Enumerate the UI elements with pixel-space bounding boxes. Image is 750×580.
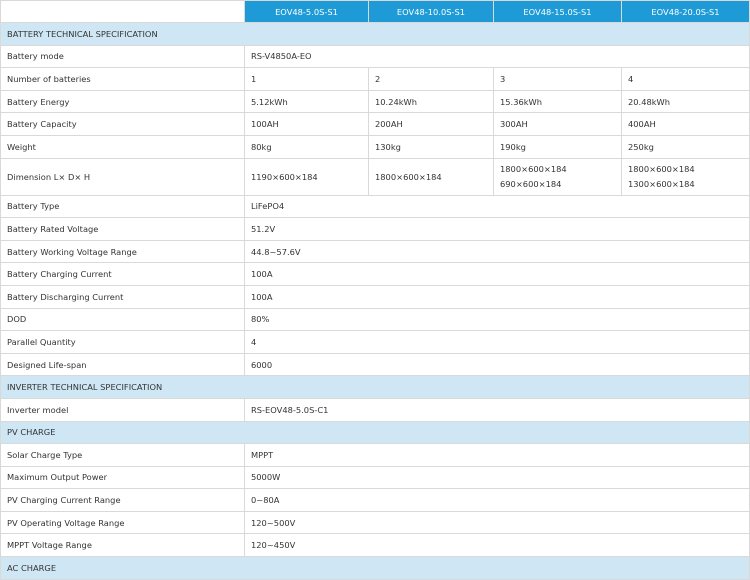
row-label: Solar Charge Type (0, 443, 245, 467)
dimension-line: 1800×600×184 (628, 163, 695, 174)
cell-value: 1800×600×184 1300×600×184 (621, 157, 750, 196)
column-header-model-3: EOV48-15.0S-S1 (493, 0, 622, 23)
row-value: 80% (244, 307, 750, 332)
table-row: Battery Type LiFePO4 (0, 194, 750, 219)
table-row: MPPT Voltage Range 120~450V (0, 533, 750, 558)
table-row: Battery Energy 5.12kWh 10.24kWh 15.36kWh… (0, 89, 750, 114)
cell-value: 5.12kWh (244, 89, 369, 114)
row-value: 100A (244, 262, 750, 286)
table-row: Solar Charge Type MPPT (0, 443, 750, 467)
section-battery: BATTERY TECHNICAL SPECIFICATION (0, 22, 750, 46)
row-label: PV Charging Current Range (0, 488, 245, 512)
table-row: Parallel Quantity 4 (0, 330, 750, 354)
table-row: Battery mode RS-V4850A-EO (0, 44, 750, 69)
section-title: PV CHARGE (0, 420, 750, 445)
section-title: INVERTER TECHNICAL SPECIFICATION (0, 375, 750, 399)
row-label: Dimension L× D× H (0, 157, 245, 196)
cell-value: 20.48kWh (621, 89, 750, 114)
table-row: Dimension L× D× H 1190×600×184 1800×600×… (0, 157, 750, 196)
section-title: AC CHARGE (0, 556, 750, 580)
cell-value: 15.36kWh (493, 89, 622, 114)
spec-table: EOV48-5.0S-S1 EOV48-10.0S-S1 EOV48-15.0S… (0, 0, 750, 580)
row-label: PV Operating Voltage Range (0, 510, 245, 535)
row-value: RS-EOV48-5.0S-C1 (244, 397, 750, 422)
table-row: Number of batteries 1 2 3 4 (0, 67, 750, 91)
row-value: RS-V4850A-EO (244, 44, 750, 69)
table-row: PV Operating Voltage Range 120~500V (0, 510, 750, 535)
cell-value: 300AH (493, 112, 622, 136)
row-label: Battery Charging Current (0, 262, 245, 286)
cell-value: 80kg (244, 134, 369, 159)
row-label: Battery Type (0, 194, 245, 219)
table-row: Inverter model RS-EOV48-5.0S-C1 (0, 397, 750, 422)
cell-value: 1190×600×184 (244, 157, 369, 196)
cell-value: 400AH (621, 112, 750, 136)
row-value: 6000 (244, 352, 750, 377)
cell-value: 1 (244, 67, 369, 91)
table-row: Battery Rated Voltage 51.2V (0, 217, 750, 241)
table-row: Battery Charging Current 100A (0, 262, 750, 286)
table-row: Battery Working Voltage Range 44.8~57.6V (0, 239, 750, 264)
row-value: 0~80A (244, 488, 750, 512)
row-label: Designed Life-span (0, 352, 245, 377)
header-row: EOV48-5.0S-S1 EOV48-10.0S-S1 EOV48-15.0S… (0, 0, 750, 23)
row-value: 5000W (244, 465, 750, 490)
table-row: Battery Discharging Current 100A (0, 284, 750, 309)
cell-value: 4 (621, 67, 750, 91)
header-corner (0, 0, 245, 23)
cell-value: 10.24kWh (368, 89, 494, 114)
row-label: Parallel Quantity (0, 330, 245, 354)
row-value: 120~450V (244, 533, 750, 558)
row-value: 51.2V (244, 217, 750, 241)
row-label: Battery Capacity (0, 112, 245, 136)
cell-value: 250kg (621, 134, 750, 159)
cell-value: 190kg (493, 134, 622, 159)
column-header-model-1: EOV48-5.0S-S1 (244, 0, 369, 23)
row-value: MPPT (244, 443, 750, 467)
row-label: Battery Working Voltage Range (0, 239, 245, 264)
row-label: Battery Discharging Current (0, 284, 245, 309)
cell-value: 100AH (244, 112, 369, 136)
row-value: 4 (244, 330, 750, 354)
section-title: BATTERY TECHNICAL SPECIFICATION (0, 22, 750, 46)
row-label: DOD (0, 307, 245, 332)
cell-value: 3 (493, 67, 622, 91)
cell-value: 200AH (368, 112, 494, 136)
section-inverter: INVERTER TECHNICAL SPECIFICATION (0, 375, 750, 399)
table-row: DOD 80% (0, 307, 750, 332)
cell-value: 1800×600×184 (368, 157, 494, 196)
section-pv-charge: PV CHARGE (0, 420, 750, 445)
dimension-line: 1800×600×184 (500, 163, 567, 174)
row-label: Maximum Output Power (0, 465, 245, 490)
row-label: Weight (0, 134, 245, 159)
row-value: 120~500V (244, 510, 750, 535)
row-label: Battery Rated Voltage (0, 217, 245, 241)
table-row: PV Charging Current Range 0~80A (0, 488, 750, 512)
column-header-model-4: EOV48-20.0S-S1 (621, 0, 750, 23)
row-value: 44.8~57.6V (244, 239, 750, 264)
cell-value: 1800×600×184 690×600×184 (493, 157, 622, 196)
table-row: Maximum Output Power 5000W (0, 465, 750, 490)
row-label: MPPT Voltage Range (0, 533, 245, 558)
column-header-model-2: EOV48-10.0S-S1 (368, 0, 494, 23)
row-label: Battery mode (0, 44, 245, 69)
row-value: 100A (244, 284, 750, 309)
row-label: Inverter model (0, 397, 245, 422)
row-label: Number of batteries (0, 67, 245, 91)
cell-value: 130kg (368, 134, 494, 159)
dimension-line: 690×600×184 (500, 178, 562, 189)
row-label: Battery Energy (0, 89, 245, 114)
row-value: LiFePO4 (244, 194, 750, 219)
section-ac-charge: AC CHARGE (0, 556, 750, 580)
cell-value: 2 (368, 67, 494, 91)
table-row: Battery Capacity 100AH 200AH 300AH 400AH (0, 112, 750, 136)
table-row: Weight 80kg 130kg 190kg 250kg (0, 134, 750, 159)
table-row: Designed Life-span 6000 (0, 352, 750, 377)
dimension-line: 1300×600×184 (628, 178, 695, 189)
